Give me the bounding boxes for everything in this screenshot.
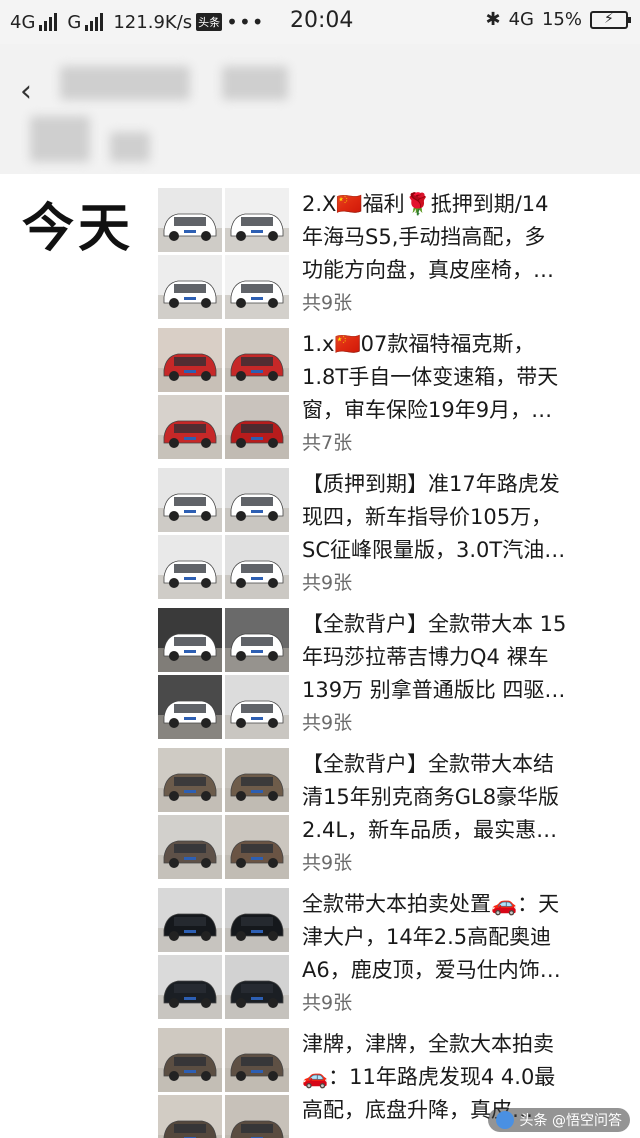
post-photo-thumbnail[interactable] — [225, 888, 289, 952]
photo-count: 共9张 — [302, 992, 353, 1014]
obscured-title — [60, 66, 190, 100]
post-text: 【质押到期】准17年路虎发 现四，新车指导价105万， SC征峰限量版，3.0T汽油… — [302, 468, 632, 567]
photo-grid — [158, 188, 292, 320]
post-photo-thumbnail[interactable] — [225, 188, 289, 252]
post-photo-thumbnail[interactable] — [158, 255, 222, 319]
post-item[interactable]: 2.X🇨🇳福利🌹抵押到期/14 年海马S5,手动挡高配，多 功能方向盘，真皮座椅，…… — [158, 188, 640, 320]
post-text-line: 1.x🇨🇳07款福特福克斯， — [302, 332, 535, 356]
bluetooth-icon: ✱ — [485, 9, 501, 30]
network-type-2: G — [67, 11, 82, 33]
photo-count: 共7张 — [302, 432, 353, 454]
post-text-line: 窗，审车保险19年9月，… — [302, 398, 553, 422]
post-photo-thumbnail[interactable] — [225, 255, 289, 319]
obscured-avatar — [30, 116, 90, 162]
post-text-line: SC征峰限量版，3.0T汽油… — [302, 538, 566, 562]
network-type-1: 4G — [10, 11, 36, 33]
post-text-line: 清15年别克商务GL8豪华版 — [302, 785, 560, 809]
post-photo-thumbnail[interactable] — [158, 1028, 222, 1092]
post-item[interactable]: 1.x🇨🇳07款福特福克斯， 1.8T手自一体变速箱，带天 窗，审车保险19年9月，… — [158, 328, 640, 460]
signal-icon — [39, 13, 58, 31]
network-type-3: 4G — [508, 9, 534, 30]
post-photo-thumbnail[interactable] — [158, 955, 222, 1019]
photo-grid — [158, 468, 292, 600]
post-photo-thumbnail[interactable] — [158, 188, 222, 252]
status-left: 4G G 121.9K/s 头条 ••• — [10, 10, 265, 34]
post-text-line: A6，鹿皮顶，爱马仕内饰… — [302, 958, 561, 982]
post-item[interactable]: 全款带大本拍卖处置🚗：天 津大户，14年2.5高配奥迪 A6，鹿皮顶，爱马仕内饰… 共… — [158, 888, 640, 1020]
post-text-line: 【全款背户】全款带大本 15 — [302, 612, 567, 636]
post-text-line: 【全款背户】全款带大本结 — [302, 752, 554, 776]
battery-icon: ⚡ — [590, 10, 631, 29]
post-text-line: 津大户，14年2.5高配奥迪 — [302, 925, 552, 949]
post-photo-thumbnail[interactable] — [225, 675, 289, 739]
toutiao-notification-icon: 头条 — [196, 13, 223, 31]
post-text-line: 津牌，津牌，全款大本拍卖 — [302, 1032, 554, 1056]
post-photo-thumbnail[interactable] — [158, 815, 222, 879]
post-photo-thumbnail[interactable] — [225, 535, 289, 599]
post-text-line: 2.X🇨🇳福利🌹抵押到期/14 — [302, 192, 549, 216]
network-speed: 121.9K/s — [113, 11, 193, 33]
post-text-line: 年玛莎拉蒂吉博力Q4 裸车 — [302, 645, 549, 669]
toutiao-logo-icon — [495, 1111, 514, 1129]
post-text-line: 现四，新车指导价105万， — [302, 505, 553, 529]
post-photo-thumbnail[interactable] — [158, 328, 222, 392]
post-item[interactable]: 【全款背户】全款带大本结 清15年别克商务GL8豪华版 2.4L，新车品质，最实惠…… — [158, 748, 640, 880]
post-text: 全款带大本拍卖处置🚗：天 津大户，14年2.5高配奥迪 A6，鹿皮顶，爱马仕内饰… — [302, 888, 632, 987]
photo-grid — [158, 608, 292, 740]
post-photo-thumbnail[interactable] — [225, 328, 289, 392]
more-notifications-icon: ••• — [226, 10, 265, 34]
photo-count: 共9张 — [302, 852, 353, 874]
moments-header: ‹ — [0, 44, 640, 174]
photo-count: 共9张 — [302, 292, 353, 314]
obscured-text — [110, 132, 150, 162]
post-text-line: 功能方向盘，真皮座椅，… — [302, 258, 554, 282]
photo-count: 共9张 — [302, 712, 353, 734]
post-photo-thumbnail[interactable] — [158, 675, 222, 739]
signal-icon-2 — [85, 13, 104, 31]
post-photo-thumbnail[interactable] — [158, 748, 222, 812]
post-text: 【全款背户】全款带大本结 清15年别克商务GL8豪华版 2.4L，新车品质，最实惠… — [302, 748, 632, 847]
post-photo-thumbnail[interactable] — [225, 955, 289, 1019]
post-text-line: 年海马S5,手动挡高配，多 — [302, 225, 546, 249]
status-right: ✱ 4G 15% ⚡ — [485, 9, 631, 30]
battery-percent: 15% — [541, 9, 582, 30]
post-photo-thumbnail[interactable] — [225, 1028, 289, 1092]
post-photo-thumbnail[interactable] — [225, 815, 289, 879]
photo-grid — [158, 328, 292, 460]
post-photo-thumbnail[interactable] — [158, 535, 222, 599]
post-photo-thumbnail[interactable] — [225, 608, 289, 672]
post-photo-thumbnail[interactable] — [225, 748, 289, 812]
post-photo-thumbnail[interactable] — [158, 468, 222, 532]
post-text: 【全款背户】全款带大本 15 年玛莎拉蒂吉博力Q4 裸车 139万 别拿普通版比 四… — [302, 608, 632, 707]
photo-count: 共9张 — [302, 572, 353, 594]
post-photo-thumbnail[interactable] — [158, 1095, 222, 1138]
post-photo-thumbnail[interactable] — [225, 395, 289, 459]
back-icon[interactable]: ‹ — [20, 74, 32, 109]
post-text-line: 🚗：11年路虎发现4 4.0最 — [302, 1065, 556, 1089]
post-photo-thumbnail[interactable] — [158, 608, 222, 672]
watermark-text: 头条 @悟空问答 — [519, 1113, 622, 1129]
post-photo-thumbnail[interactable] — [158, 888, 222, 952]
post-photo-thumbnail[interactable] — [158, 395, 222, 459]
post-text-line: 【质押到期】准17年路虎发 — [302, 472, 560, 496]
post-text-line: 2.4L，新车品质，最实惠… — [302, 818, 558, 842]
post-item[interactable]: 【质押到期】准17年路虎发 现四，新车指导价105万， SC征峰限量版，3.0T汽油… — [158, 468, 640, 600]
photo-grid — [158, 888, 292, 1020]
post-text: 2.X🇨🇳福利🌹抵押到期/14 年海马S5,手动挡高配，多 功能方向盘，真皮座椅，… — [302, 188, 632, 287]
obscured-title-2 — [222, 66, 288, 100]
post-text-line: 1.8T手自一体变速箱，带天 — [302, 365, 559, 389]
post-photo-thumbnail[interactable] — [225, 1095, 289, 1138]
watermark: 头条 @悟空问答 — [487, 1108, 630, 1132]
post-text-line: 全款带大本拍卖处置🚗：天 — [302, 892, 560, 916]
status-bar: 4G G 121.9K/s 头条 ••• 20:04 ✱ 4G 15% ⚡ — [0, 0, 640, 44]
post-text-line: 139万 别拿普通版比 四驱… — [302, 678, 566, 702]
post-photo-thumbnail[interactable] — [225, 468, 289, 532]
post-item[interactable]: 【全款背户】全款带大本 15 年玛莎拉蒂吉博力Q4 裸车 139万 别拿普通版比 四… — [158, 608, 640, 740]
photo-grid — [158, 1028, 292, 1138]
post-text: 1.x🇨🇳07款福特福克斯， 1.8T手自一体变速箱，带天 窗，审车保险19年9月，… — [302, 328, 632, 427]
clock: 20:04 — [290, 8, 354, 33]
date-label: 今天 — [22, 199, 135, 259]
photo-grid — [158, 748, 292, 880]
